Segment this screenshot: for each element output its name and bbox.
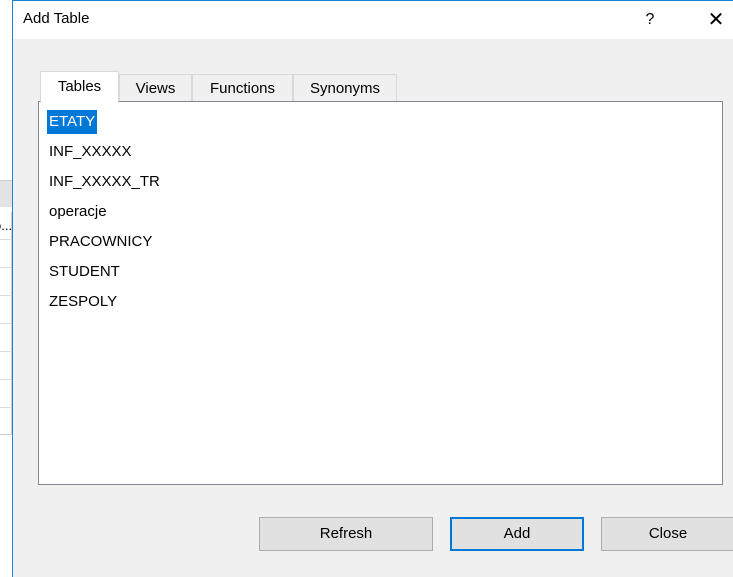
dialog-title: Add Table [23, 10, 90, 27]
list-item[interactable]: STUDENT [47, 260, 122, 284]
list-item[interactable]: operacje [47, 200, 109, 224]
background-grid-row [0, 268, 11, 296]
list-item[interactable]: PRACOWNICY [47, 230, 154, 254]
close-button[interactable]: Close [601, 517, 733, 551]
tab-views[interactable]: Views [119, 74, 192, 101]
list-item[interactable]: INF_XXXXX [47, 140, 134, 164]
background-grid-row [0, 352, 11, 380]
list-item[interactable]: ETATY [47, 110, 98, 134]
help-button[interactable]: ? [633, 5, 667, 35]
tables-listbox[interactable]: ETATY INF_XXXXX INF_XXXXX_TR operacje PR… [38, 101, 723, 485]
list-item[interactable]: INF_XXXXX_TR [47, 170, 162, 194]
background-grid-row: o... [0, 212, 11, 240]
background-grid: o... [0, 212, 12, 435]
tab-tables[interactable]: Tables [40, 71, 119, 103]
background-grid-row [0, 324, 11, 352]
background-grid-row [0, 296, 11, 324]
background-grid-row [0, 380, 11, 408]
refresh-button[interactable]: Refresh [259, 517, 433, 551]
list-item[interactable]: ZESPOLY [47, 290, 119, 314]
background-toolbar-strip [0, 180, 12, 207]
tab-functions[interactable]: Functions [192, 74, 293, 101]
add-table-dialog: Add Table ? ✕ Tables Views Functions Syn… [12, 0, 733, 577]
background-grid-row [0, 240, 11, 268]
add-button[interactable]: Add [450, 517, 584, 551]
dialog-titlebar[interactable]: Add Table ? ✕ [13, 1, 733, 39]
tab-synonyms[interactable]: Synonyms [293, 74, 397, 101]
close-icon[interactable]: ✕ [699, 5, 733, 35]
